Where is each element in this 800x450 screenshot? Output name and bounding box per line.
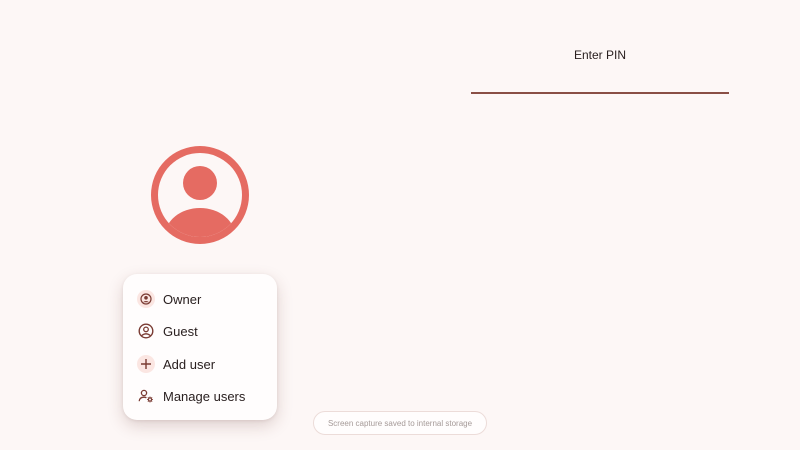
menu-item-add-user[interactable]: Add user — [123, 349, 277, 379]
menu-item-label: Manage users — [163, 388, 246, 404]
toast-text: Screen capture saved to internal storage — [327, 418, 473, 428]
account-circle-small-icon — [137, 290, 155, 308]
user-switcher-menu: Owner Guest Add user Manage users — [123, 274, 277, 420]
menu-item-label: Add user — [163, 356, 216, 372]
menu-item-owner[interactable]: Owner — [123, 284, 277, 314]
user-avatar-icon — [151, 146, 249, 244]
pin-label: Enter PIN — [573, 48, 627, 62]
plus-icon — [137, 355, 155, 373]
toast-notification: Screen capture saved to internal storage — [313, 411, 487, 435]
lock-screen: Enter PIN Owner Guest Add user Manage us… — [0, 0, 800, 450]
menu-item-guest[interactable]: Guest — [123, 316, 277, 346]
manage-accounts-icon — [137, 387, 155, 405]
account-circle-outline-icon — [137, 322, 155, 340]
pin-input[interactable] — [471, 66, 729, 94]
menu-item-label: Guest — [163, 323, 198, 339]
menu-item-label: Owner — [163, 291, 202, 307]
menu-item-manage-users[interactable]: Manage users — [123, 381, 277, 411]
